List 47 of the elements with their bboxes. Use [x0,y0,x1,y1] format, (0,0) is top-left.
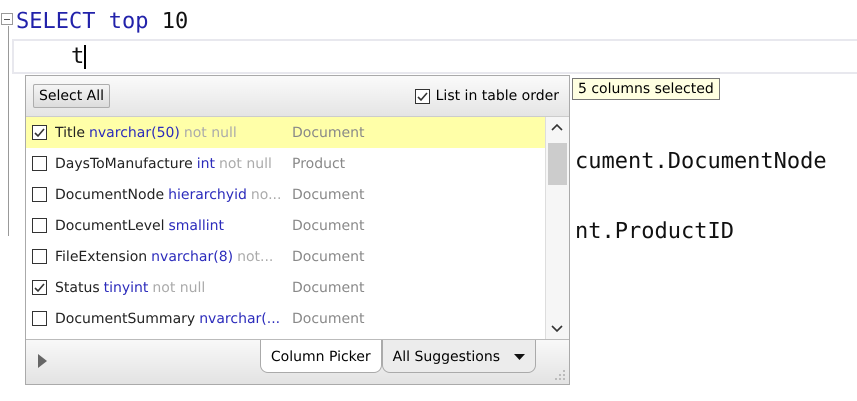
code-line: nt.ProductID [575,219,734,244]
dropdown-icon[interactable] [514,354,525,360]
tooltip: 5 columns selected [572,78,720,100]
column-row[interactable]: Status tinyint not null Document [26,272,545,303]
table-name: Document [292,310,365,326]
resize-grip-icon[interactable] [554,369,566,381]
code-line: cument.DocumentNode [575,149,827,174]
checkbox-label: List in table order [436,88,559,104]
column-row[interactable]: DocumentNode hierarchyid no... Document [26,179,545,210]
checkbox[interactable] [414,88,430,104]
checkbox[interactable] [32,187,47,202]
scrollbar[interactable] [545,117,569,339]
scroll-down-icon[interactable] [551,325,563,333]
column-row[interactable]: Title nvarchar(50) not null Document [26,117,545,148]
scroll-thumb[interactable] [548,143,567,185]
checkbox[interactable] [32,156,47,171]
table-name: Document [292,218,365,234]
checkbox[interactable] [32,280,47,295]
column-description: FileExtension nvarchar(8) not... [55,248,274,264]
select-all-button[interactable]: Select All [33,84,110,108]
tab[interactable]: All Suggestions [382,340,536,373]
column-description: Title nvarchar(50) not null [55,124,238,140]
table-name: Document [292,248,365,264]
checkbox[interactable] [32,249,47,264]
tab[interactable]: Column Picker [260,340,382,373]
column-row[interactable]: DocumentSummary nvarchar(... Document [26,303,545,334]
column-description: Status tinyint not null [55,280,206,296]
collapse-icon[interactable] [1,13,13,25]
code-line: t [70,44,84,69]
table-name: Document [292,280,365,296]
column-row[interactable]: DocumentLevel smallint Document [26,210,545,241]
scroll-up-icon[interactable] [551,123,563,131]
column-row[interactable]: FileExtension nvarchar(8) not... Document [26,241,545,272]
checkbox[interactable] [32,218,47,233]
column-row[interactable]: DaysToManufacture int not null Product [26,148,545,179]
code-line: SELECT top 10 [16,9,188,34]
column-description: DocumentNode hierarchyid no... [55,186,282,202]
expand-icon[interactable] [38,354,47,368]
column-description: DaysToManufacture int not null [55,156,273,172]
checkbox[interactable] [32,311,47,326]
text-cursor [84,44,86,68]
table-name: Document [292,186,365,202]
column-description: DocumentSummary nvarchar(... [55,310,282,326]
table-name: Product [292,156,346,172]
column-description: DocumentLevel smallint [55,218,226,234]
checkbox[interactable] [32,125,47,140]
table-name: Document [292,124,365,140]
